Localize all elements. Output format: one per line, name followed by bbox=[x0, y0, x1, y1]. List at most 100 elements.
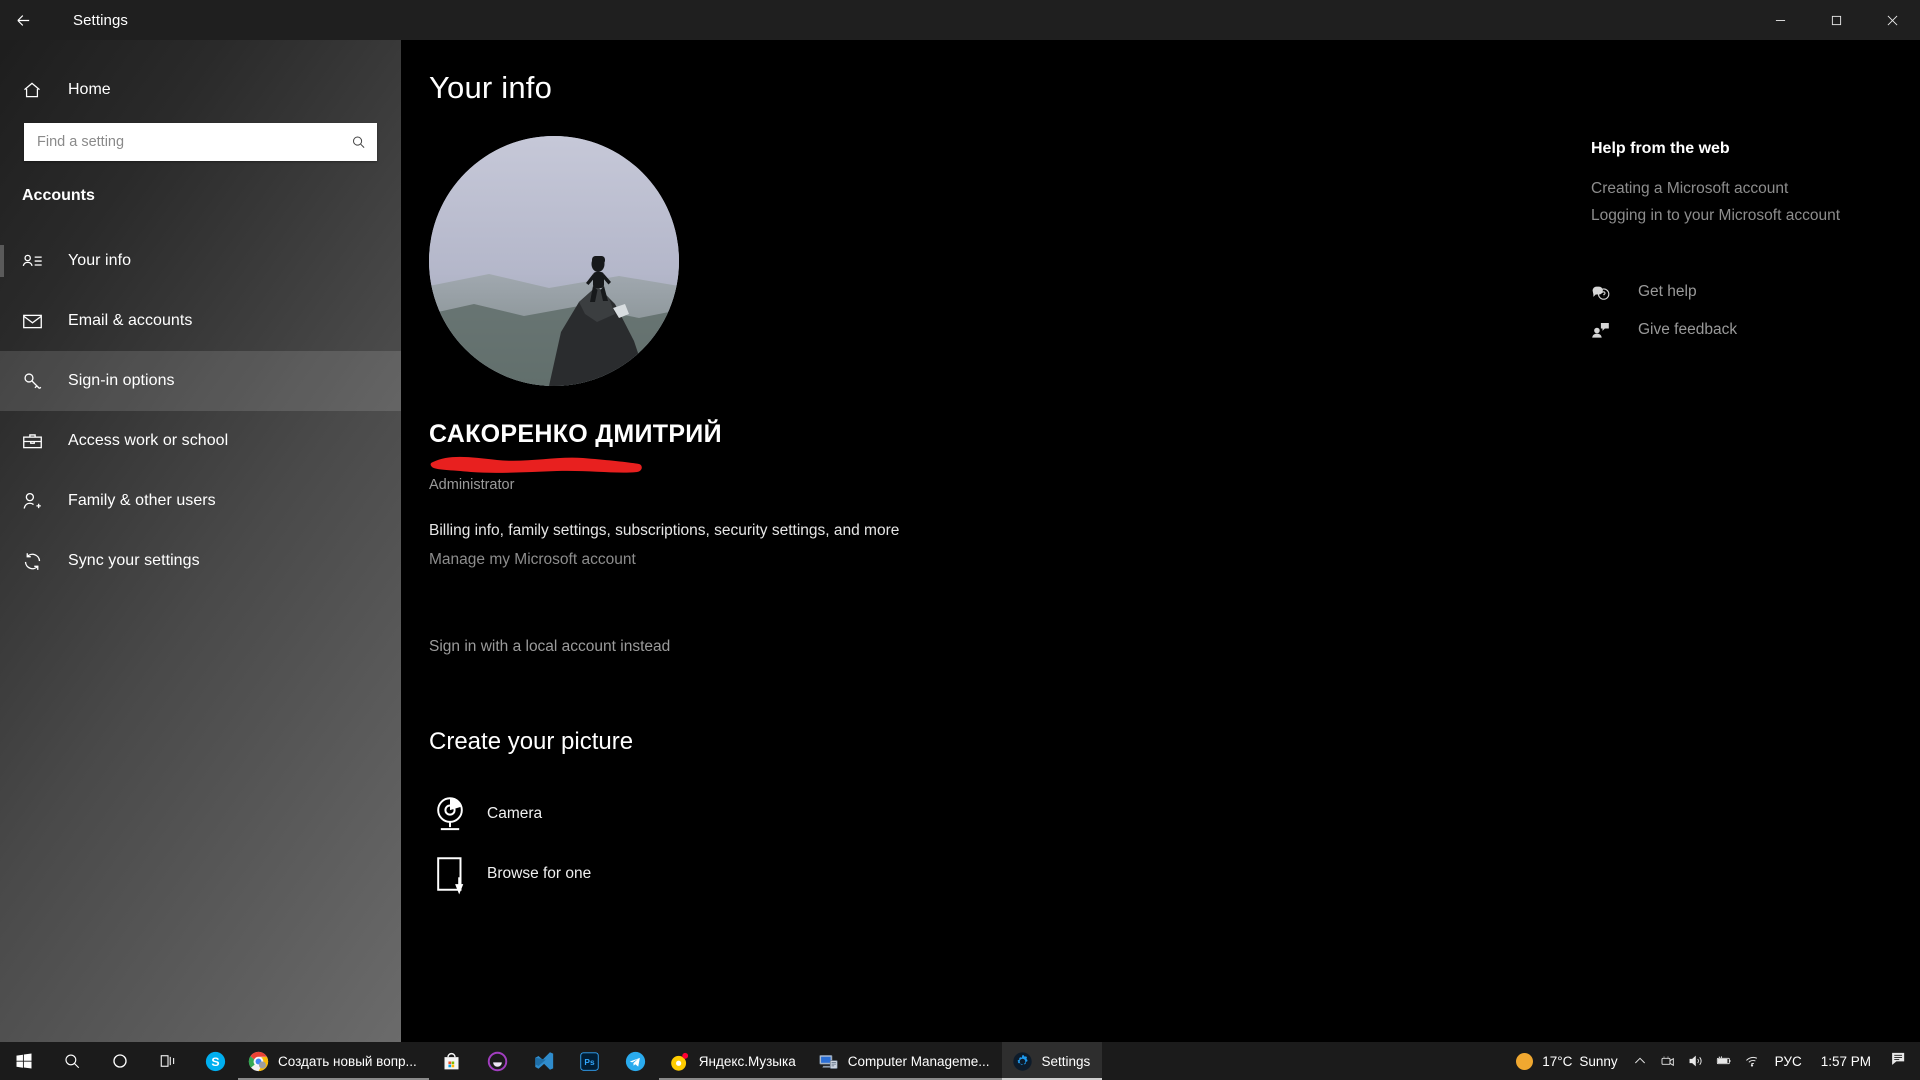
help-panel-title: Help from the web bbox=[1591, 140, 1730, 157]
home-icon bbox=[22, 80, 52, 100]
title-bar: Settings bbox=[0, 0, 1920, 40]
window-controls bbox=[1752, 0, 1920, 40]
weather-temperature: 17°C bbox=[1542, 1053, 1573, 1069]
taskbar-task-chrome[interactable]: Создать новый вопр... bbox=[238, 1042, 429, 1080]
language-indicator[interactable]: РУС bbox=[1766, 1054, 1811, 1069]
maximize-button[interactable] bbox=[1808, 0, 1864, 40]
key-icon bbox=[22, 371, 52, 392]
wifi-icon bbox=[1745, 1056, 1757, 1067]
get-help-label: Get help bbox=[1638, 283, 1697, 300]
help-panel: Help from the web Creating a Microsoft a… bbox=[1591, 140, 1901, 349]
taskbar-task-computer-management[interactable]: Computer Manageme... bbox=[807, 1042, 1002, 1080]
create-picture-title: Create your picture bbox=[429, 728, 634, 755]
show-hidden-icons-button[interactable] bbox=[1626, 1042, 1654, 1080]
yandex-music-icon bbox=[670, 1052, 688, 1071]
category-title: Accounts bbox=[22, 187, 95, 204]
give-feedback-action[interactable]: Give feedback bbox=[1591, 311, 1901, 349]
sidebar-nav: Your info Email & accounts Sign-in optio… bbox=[0, 231, 401, 591]
action-center-icon bbox=[1892, 1052, 1905, 1065]
close-button[interactable] bbox=[1864, 0, 1920, 40]
taskbar-task-settings[interactable]: Settings bbox=[1001, 1042, 1103, 1080]
manage-microsoft-account-link[interactable]: Manage my Microsoft account bbox=[429, 551, 636, 569]
sidebar-item-family-other-users[interactable]: Family & other users bbox=[0, 471, 401, 531]
sync-icon bbox=[22, 551, 52, 572]
page-title: Your info bbox=[429, 70, 553, 105]
taskbar-app-microsoft-store[interactable] bbox=[429, 1042, 475, 1080]
avatar-image bbox=[429, 136, 679, 386]
selection-indicator bbox=[0, 545, 4, 577]
question-chat-icon bbox=[1591, 283, 1619, 302]
taskbar-app-telegram[interactable] bbox=[613, 1042, 659, 1080]
settings-window: Settings Home Find a setting Accounts Yo… bbox=[0, 0, 1920, 1080]
battery-tray-icon[interactable] bbox=[1710, 1042, 1738, 1080]
user-card-icon bbox=[22, 251, 52, 272]
main-content: Your info САКОРЕНКО ДМИТРИЙ Administrato… bbox=[401, 40, 1920, 1042]
sidebar-item-access-work-or-school[interactable]: Access work or school bbox=[0, 411, 401, 471]
window-title: Settings bbox=[73, 11, 128, 29]
envelope-icon bbox=[22, 311, 52, 332]
billing-info-text: Billing info, family settings, subscript… bbox=[429, 522, 900, 539]
sidebar-item-label: Sign-in options bbox=[68, 372, 175, 389]
task-view-button[interactable] bbox=[144, 1042, 192, 1080]
weather-widget[interactable]: 17°C Sunny bbox=[1510, 1052, 1625, 1070]
help-link-logging-in[interactable]: Logging in to your Microsoft account bbox=[1591, 207, 1901, 225]
search-box[interactable] bbox=[24, 123, 377, 161]
user-name: САКОРЕНКО ДМИТРИЙ bbox=[429, 420, 722, 448]
camera-option-label: Camera bbox=[487, 805, 543, 822]
minimize-button[interactable] bbox=[1752, 0, 1808, 40]
sidebar-item-label: Email & accounts bbox=[68, 312, 193, 329]
help-actions: Get help Give feedback bbox=[1591, 273, 1901, 349]
search-container bbox=[0, 123, 401, 161]
taskbar-task-label: Computer Manageme... bbox=[847, 1053, 990, 1069]
browse-file-icon bbox=[429, 853, 471, 895]
selection-indicator bbox=[0, 425, 4, 457]
wifi-tray-icon[interactable] bbox=[1738, 1042, 1766, 1080]
taskbar-left: S Создать новый вопр... Ps Яндекс.Музыка… bbox=[0, 1042, 1103, 1080]
taskbar-app-photoshop[interactable]: Ps bbox=[567, 1042, 613, 1080]
local-account-link[interactable]: Sign in with a local account instead bbox=[429, 638, 670, 656]
clock[interactable]: 1:57 PM bbox=[1811, 1054, 1881, 1069]
taskbar-search-button[interactable] bbox=[48, 1042, 96, 1080]
volume-tray-icon[interactable] bbox=[1682, 1042, 1710, 1080]
sidebar-item-label: Sync your settings bbox=[68, 552, 200, 569]
search-icon bbox=[351, 135, 366, 150]
camera-privacy-tray-icon[interactable] bbox=[1654, 1042, 1682, 1080]
sidebar-item-sync-your-settings[interactable]: Sync your settings bbox=[0, 531, 401, 591]
sidebar-item-email-accounts[interactable]: Email & accounts bbox=[0, 291, 401, 351]
taskbar-app-vscode[interactable] bbox=[521, 1042, 567, 1080]
sidebar-item-home[interactable]: Home bbox=[0, 66, 401, 113]
sidebar-item-label: Family & other users bbox=[68, 492, 216, 509]
briefcase-icon bbox=[22, 431, 52, 452]
taskbar-task-label: Яндекс.Музыка bbox=[698, 1053, 796, 1069]
home-label: Home bbox=[68, 80, 111, 98]
action-center-button[interactable] bbox=[1881, 1050, 1920, 1072]
redaction-mark bbox=[430, 456, 642, 473]
windows-logo-icon bbox=[16, 1053, 32, 1069]
user-role: Administrator bbox=[429, 477, 515, 493]
purple-app-icon bbox=[488, 1051, 508, 1071]
taskbar-app-skype[interactable]: S bbox=[192, 1042, 238, 1080]
sidebar-item-your-info[interactable]: Your info bbox=[0, 231, 401, 291]
give-feedback-label: Give feedback bbox=[1638, 321, 1738, 338]
cortana-button[interactable] bbox=[96, 1042, 144, 1080]
skype-icon: S bbox=[205, 1051, 225, 1071]
back-button[interactable] bbox=[0, 0, 47, 40]
user-plus-icon bbox=[22, 491, 52, 512]
settings-gear-icon bbox=[1012, 1051, 1032, 1071]
taskbar-task-yandex-music[interactable]: Яндекс.Музыка bbox=[658, 1042, 808, 1080]
task-view-icon bbox=[160, 1055, 175, 1067]
weather-condition: Sunny bbox=[1579, 1053, 1618, 1069]
telegram-icon bbox=[626, 1051, 646, 1071]
search-input[interactable] bbox=[24, 134, 377, 150]
battery-icon bbox=[1716, 1056, 1731, 1065]
camera-option[interactable]: Camera bbox=[429, 793, 542, 835]
browse-option[interactable]: Browse for one bbox=[429, 853, 591, 895]
start-button[interactable] bbox=[0, 1042, 48, 1080]
help-link-creating-account[interactable]: Creating a Microsoft account bbox=[1591, 180, 1901, 198]
svg-text:S: S bbox=[211, 1054, 219, 1068]
sidebar-item-sign-in-options[interactable]: Sign-in options bbox=[0, 351, 401, 411]
get-help-action[interactable]: Get help bbox=[1591, 273, 1901, 311]
search-icon bbox=[65, 1054, 80, 1069]
taskbar-app-purple[interactable] bbox=[475, 1042, 521, 1080]
avatar[interactable] bbox=[429, 136, 679, 386]
